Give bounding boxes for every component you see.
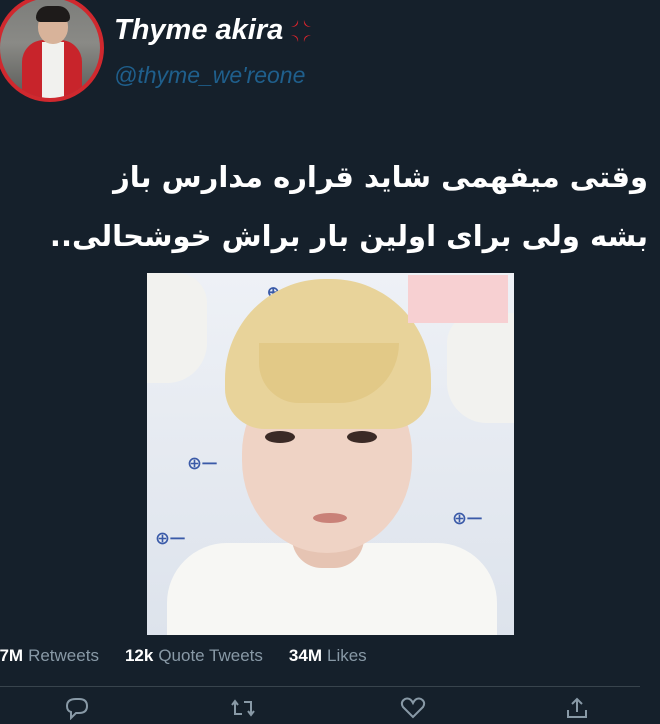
retweets-count[interactable]: 47MRetweets [0,646,99,666]
likes-count[interactable]: 34M Likes [289,646,367,666]
backdrop-logo: ⊕一 [155,531,186,548]
censor-box [408,275,508,323]
display-name[interactable]: Thyme akira [114,14,283,47]
quote-tweets-count[interactable]: 12k Quote Tweets [125,646,263,666]
tweet-stats: 47MRetweets 12kQuote Tweets 34MLikes [0,644,393,668]
tweet-header: Thyme akira @thyme_we'reone [0,0,660,110]
name-row: Thyme akira [114,14,315,47]
divider [0,686,640,687]
tweet-caption: وقتی میفهمی شاید قراره مدارس باز بشه ولی… [16,148,648,266]
tweet-photo[interactable]: ⊕ ⊕一 ⊕一 ⊕一 ⊕一 [147,273,514,635]
caption-line-1: وقتی میفهمی شاید قراره مدارس باز [113,160,648,194]
share-icon[interactable] [562,696,592,720]
like-icon[interactable] [398,696,428,720]
reply-icon[interactable] [62,696,92,721]
caption-line-2: بشه ولی برای اولین بار براش خوشحالی.. [49,219,648,253]
anger-symbol-icon [287,17,315,45]
avatar[interactable] [0,0,104,102]
tweet-actions [0,696,660,721]
backdrop-logo: ⊕一 [187,456,218,473]
backdrop-logo: ⊕一 [452,511,483,528]
user-handle[interactable]: @thyme_we'reone [114,62,305,89]
retweet-icon[interactable] [228,696,258,720]
